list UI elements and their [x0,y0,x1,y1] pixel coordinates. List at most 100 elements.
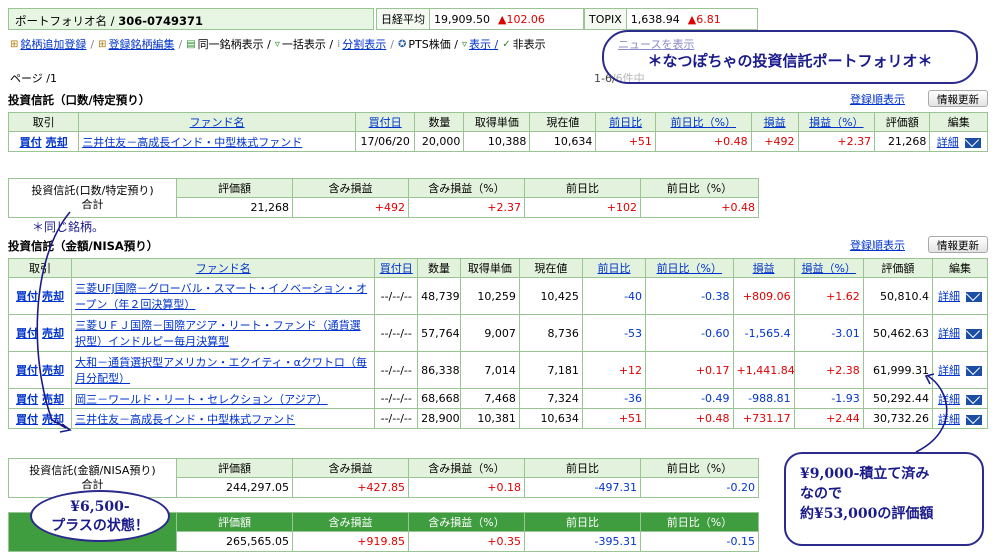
pl-cell: -1,565.4 [732,314,795,352]
sell-link[interactable]: 売却 [42,327,64,340]
sell-link[interactable]: 売却 [42,290,64,303]
change-pct-cell: -0.60 [645,314,734,352]
cost-cell: 10,388 [463,131,531,152]
qty-cell: 48,739 [417,277,461,315]
news-link[interactable]: ニュースを表示 [618,36,694,52]
detail-link[interactable]: 詳細 [938,327,960,340]
buy-date-cell: --/--/-- [374,388,419,409]
fund-name-cell[interactable]: 三菱UFJ国際－グローバル・スマート・イノベーション・オープン（年２回決算型） [71,277,376,315]
change-cell: -40 [581,277,647,315]
col-value: 評価額 [874,112,931,132]
col-change[interactable]: 前日比 [595,112,656,132]
split-display-link[interactable]: 分割表示 [342,36,386,52]
mail-icon[interactable] [965,414,982,425]
cost-cell: 10,381 [459,408,520,429]
buy-link[interactable]: 買付 [16,413,38,426]
buy-link[interactable]: 買付 [16,364,38,377]
annotation-same-stock: ＊同じ銘柄。 [32,220,105,234]
table-row: 買付 売却 三井住友－高成長インド・中型株式ファンド 17/06/20 20,00… [7,131,988,152]
sell-link[interactable]: 売却 [42,364,64,377]
list-icon: ▤ [186,38,196,50]
split-icon: ⁞ [337,38,341,50]
col-pl-pct[interactable]: 損益（%） [797,112,876,132]
toolbar: ⊞ 銘柄追加登録 / ⊞ 登録銘柄編集 / ▤ 同一銘柄表示 / ▿ 一括表示 … [10,36,546,52]
add-stock-link[interactable]: 銘柄追加登録 [20,36,86,52]
change-cell: +51 [595,131,656,152]
fund-name-cell[interactable]: 岡三－ワールド・リート・セレクション（アジア） [71,388,376,409]
fund-name-cell[interactable]: 三井住友－高成長インド・中型株式ファンド [78,131,356,152]
grand-total-pl-pct: +0.35 [408,531,525,552]
col-change-pct[interactable]: 前日比（%） [645,258,734,278]
portfolio-id: 306-0749371 [118,14,203,28]
fund-name-cell[interactable]: 大和－通貨選択型アメリカン・エクイティ・αクワトロ（毎月分配型） [71,351,376,389]
annotation-note-line1: ¥9,000-積立て済み [800,466,930,482]
nikkei-label: 日経平均 [377,9,430,29]
col-change-pct[interactable]: 前日比（%） [654,112,752,132]
fund-name-cell[interactable]: 三菱ＵＦＪ国際－国際アジア・リート・ファンド（通貨選択型）インドルピー毎月決算型 [71,314,376,352]
mail-icon[interactable] [965,366,982,376]
same-stock-label[interactable]: 同一銘柄表示 / [198,36,271,52]
pts-icon: ✪ [398,38,407,50]
section1-sort-link[interactable]: 登録順表示 [850,91,905,107]
pts-price-label[interactable]: PTS株価 / [408,36,458,52]
buy-link[interactable]: 買付 [16,327,38,340]
price-cell: 10,425 [518,277,583,315]
section2-refresh-button[interactable]: 情報更新 [928,236,988,253]
col-pl[interactable]: 損益 [750,112,799,132]
annotation-evaluation-note: ¥9,000-積立て済み なので 約¥53,000の評価額 [784,452,984,546]
pl-pct-cell: -3.01 [793,314,864,352]
hide-label[interactable]: 非表示 [513,36,546,52]
check-icon: ▿ [461,38,467,50]
edit-stock-link[interactable]: 登録銘柄編集 [109,36,175,52]
table-row: 買付 売却 三菱UFJ国際－グローバル・スマート・イノベーション・オープン（年２回… [7,277,989,315]
detail-link[interactable]: 詳細 [938,290,960,303]
show-link[interactable]: 表示 / [469,36,498,52]
section2-sort-link[interactable]: 登録順表示 [850,237,905,253]
col-price: 現在値 [518,258,583,278]
buy-link[interactable]: 買付 [20,136,42,149]
qty-cell: 68,668 [417,388,461,409]
table-row: 買付 売却 岡三－ワールド・リート・セレクション（アジア） --/--/-- 68… [7,388,989,409]
cost-cell: 7,468 [459,388,520,409]
mail-icon[interactable] [965,394,982,405]
summary-change-pct: +0.48 [640,197,759,218]
buy-link[interactable]: 買付 [16,290,38,303]
pl-pct-cell: +2.44 [793,408,864,429]
page-indicator: ページ /1 [10,72,57,85]
section1-refresh-button[interactable]: 情報更新 [928,90,988,107]
fund-name-cell[interactable]: 三井住友－高成長インド・中型株式ファンド [71,408,376,429]
detail-link[interactable]: 詳細 [938,364,960,377]
filter-icon: ▿ [274,38,280,50]
col-fund-name[interactable]: ファンド名 [78,112,356,132]
buy-date-cell: --/--/-- [374,351,419,389]
sell-link[interactable]: 売却 [42,393,64,406]
sell-link[interactable]: 売却 [46,136,68,149]
summary-header: 含み損益（%） [408,178,525,198]
col-buy-date[interactable]: 買付日 [374,258,419,278]
section2-title: 投資信託（金額/NISA預り） [8,239,159,253]
grand-total-header: 前日比 [524,512,641,532]
summary-header: 前日比 [524,178,641,198]
summary-pl-pct: +0.18 [408,477,525,498]
col-fund-name[interactable]: ファンド名 [71,258,376,278]
summary-header: 含み損益（%） [408,458,525,478]
pl-cell: +1,441.84 [732,351,795,389]
summary-header: 含み損益 [292,458,409,478]
col-pl-pct[interactable]: 損益（%） [793,258,864,278]
mail-icon[interactable] [964,137,981,148]
sell-link[interactable]: 売却 [42,413,64,426]
grand-total-pl: +919.85 [292,531,409,552]
mail-icon[interactable] [965,292,982,302]
detail-link[interactable]: 詳細 [938,393,960,406]
bulk-display-label[interactable]: 一括表示 / [282,36,333,52]
change-pct-cell: +0.17 [645,351,734,389]
mail-icon[interactable] [965,329,982,339]
col-change[interactable]: 前日比 [581,258,647,278]
price-cell: 10,634 [518,408,583,429]
col-pl[interactable]: 損益 [732,258,795,278]
col-buy-date[interactable]: 買付日 [354,112,416,132]
col-cost: 取得単価 [459,258,520,278]
buy-link[interactable]: 買付 [16,393,38,406]
detail-link[interactable]: 詳細 [938,413,960,426]
detail-link[interactable]: 詳細 [937,136,959,149]
